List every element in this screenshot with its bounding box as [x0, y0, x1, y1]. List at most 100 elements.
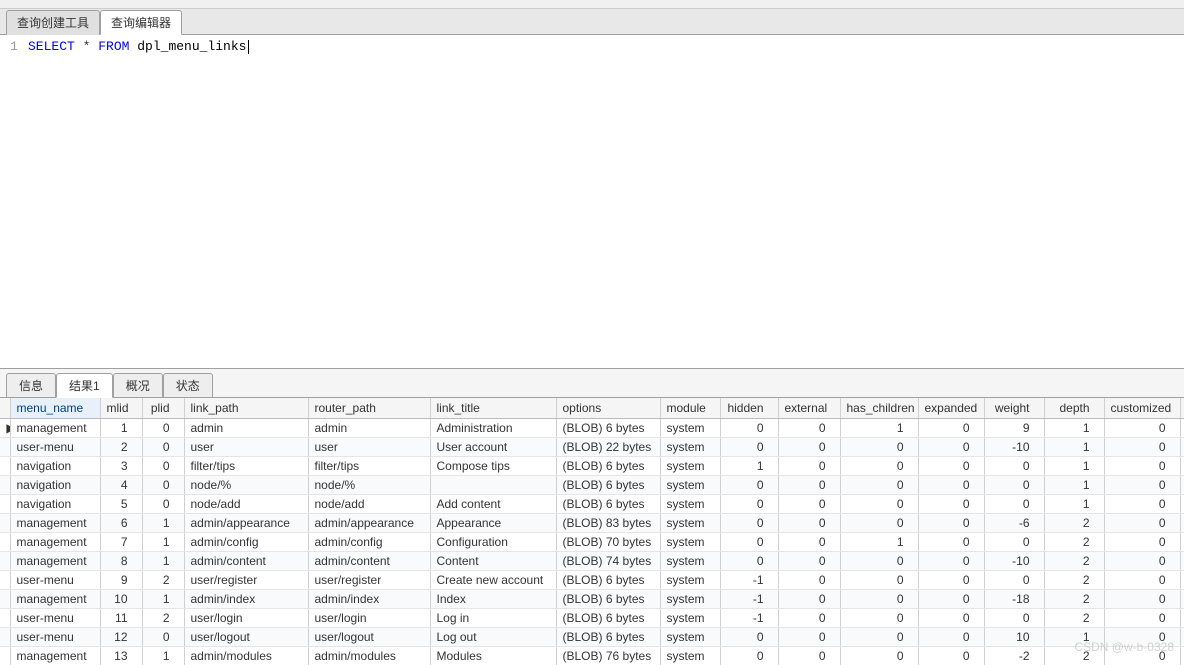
- cell-link_title[interactable]: Log in: [430, 609, 556, 628]
- cell-module[interactable]: system: [660, 647, 720, 665]
- cell-module[interactable]: system: [660, 609, 720, 628]
- cell-module[interactable]: system: [660, 628, 720, 647]
- cell-has_children[interactable]: 1: [840, 419, 918, 438]
- cell-customized[interactable]: 0: [1104, 590, 1180, 609]
- cell-plid[interactable]: 1: [142, 590, 184, 609]
- cell-has_children[interactable]: 0: [840, 647, 918, 665]
- cell-menu_name[interactable]: management: [10, 590, 100, 609]
- cell-router_path[interactable]: user/register: [308, 571, 430, 590]
- table-row[interactable]: management61admin/appearanceadmin/appear…: [0, 514, 1184, 533]
- tab-profile[interactable]: 概况: [113, 373, 163, 398]
- table-row[interactable]: management81admin/contentadmin/contentCo…: [0, 552, 1184, 571]
- table-row[interactable]: management71admin/configadmin/configConf…: [0, 533, 1184, 552]
- cell-module[interactable]: system: [660, 419, 720, 438]
- cell-menu_name[interactable]: user-menu: [10, 571, 100, 590]
- cell-weight[interactable]: 0: [984, 571, 1044, 590]
- tab-query-editor[interactable]: 查询编辑器: [100, 10, 182, 35]
- cell-expanded[interactable]: 0: [918, 476, 984, 495]
- cell-external[interactable]: 0: [778, 628, 840, 647]
- cell-has_children[interactable]: 0: [840, 476, 918, 495]
- cell-expanded[interactable]: 0: [918, 628, 984, 647]
- cell-options[interactable]: (BLOB) 6 bytes: [556, 628, 660, 647]
- cell-menu_name[interactable]: management: [10, 533, 100, 552]
- cell-external[interactable]: 0: [778, 552, 840, 571]
- cell-module[interactable]: system: [660, 495, 720, 514]
- cell-options[interactable]: (BLOB) 22 bytes: [556, 438, 660, 457]
- cell-expanded[interactable]: 0: [918, 590, 984, 609]
- cell-weight[interactable]: 0: [984, 476, 1044, 495]
- col-module[interactable]: module: [660, 398, 720, 419]
- table-row[interactable]: ▶management10adminadminAdministration(BL…: [0, 419, 1184, 438]
- cell-expanded[interactable]: 0: [918, 438, 984, 457]
- cell-mlid[interactable]: 13: [100, 647, 142, 665]
- cell-customized[interactable]: 0: [1104, 419, 1180, 438]
- cell-link_path[interactable]: admin/index: [184, 590, 308, 609]
- cell-plid[interactable]: 0: [142, 495, 184, 514]
- table-row[interactable]: management131admin/modulesadmin/modulesM…: [0, 647, 1184, 665]
- cell-external[interactable]: 0: [778, 457, 840, 476]
- cell-depth[interactable]: 2: [1044, 552, 1104, 571]
- cell-depth[interactable]: 2: [1044, 571, 1104, 590]
- cell-external[interactable]: 0: [778, 609, 840, 628]
- cell-hidden[interactable]: 1: [720, 457, 778, 476]
- cell-has_children[interactable]: 0: [840, 590, 918, 609]
- cell-has_children[interactable]: 0: [840, 495, 918, 514]
- cell-module[interactable]: system: [660, 438, 720, 457]
- cell-weight[interactable]: 0: [984, 457, 1044, 476]
- cell-hidden[interactable]: 0: [720, 476, 778, 495]
- cell-module[interactable]: system: [660, 552, 720, 571]
- cell-mlid[interactable]: 4: [100, 476, 142, 495]
- cell-depth[interactable]: 2: [1044, 533, 1104, 552]
- cell-customized[interactable]: 0: [1104, 495, 1180, 514]
- cell-plid[interactable]: 0: [142, 438, 184, 457]
- cell-module[interactable]: system: [660, 514, 720, 533]
- cell-link_path[interactable]: user/register: [184, 571, 308, 590]
- col-depth[interactable]: depth: [1044, 398, 1104, 419]
- cell-expanded[interactable]: 0: [918, 457, 984, 476]
- tab-result1[interactable]: 结果1: [56, 373, 113, 398]
- col-hidden[interactable]: hidden: [720, 398, 778, 419]
- col-external[interactable]: external: [778, 398, 840, 419]
- cell-expanded[interactable]: 0: [918, 514, 984, 533]
- cell-link_path[interactable]: user/login: [184, 609, 308, 628]
- cell-has_children[interactable]: 1: [840, 533, 918, 552]
- cell-external[interactable]: 0: [778, 419, 840, 438]
- cell-menu_name[interactable]: navigation: [10, 457, 100, 476]
- cell-link_title[interactable]: User account: [430, 438, 556, 457]
- cell-customized[interactable]: 0: [1104, 647, 1180, 665]
- cell-router_path[interactable]: filter/tips: [308, 457, 430, 476]
- cell-mlid[interactable]: 6: [100, 514, 142, 533]
- cell-router_path[interactable]: user: [308, 438, 430, 457]
- cell-expanded[interactable]: 0: [918, 552, 984, 571]
- cell-external[interactable]: 0: [778, 476, 840, 495]
- cell-link_title[interactable]: Modules: [430, 647, 556, 665]
- cell-depth[interactable]: 2: [1044, 609, 1104, 628]
- cell-router_path[interactable]: admin/index: [308, 590, 430, 609]
- cell-weight[interactable]: 0: [984, 495, 1044, 514]
- cell-menu_name[interactable]: management: [10, 552, 100, 571]
- cell-weight[interactable]: -10: [984, 438, 1044, 457]
- result-grid-wrap[interactable]: menu_namemlidplidlink_pathrouter_pathlin…: [0, 398, 1184, 665]
- col-link_path[interactable]: link_path: [184, 398, 308, 419]
- cell-customized[interactable]: 0: [1104, 628, 1180, 647]
- cell-customized[interactable]: 0: [1104, 438, 1180, 457]
- cell-expanded[interactable]: 0: [918, 647, 984, 665]
- table-row[interactable]: user-menu92user/registeruser/registerCre…: [0, 571, 1184, 590]
- cell-plid[interactable]: 1: [142, 533, 184, 552]
- cell-expanded[interactable]: 0: [918, 571, 984, 590]
- table-row[interactable]: user-menu20useruserUser account(BLOB) 22…: [0, 438, 1184, 457]
- cell-customized[interactable]: 0: [1104, 552, 1180, 571]
- col-menu_name[interactable]: menu_name: [10, 398, 100, 419]
- cell-expanded[interactable]: 0: [918, 533, 984, 552]
- cell-link_path[interactable]: node/add: [184, 495, 308, 514]
- col-expanded[interactable]: expanded: [918, 398, 984, 419]
- table-row[interactable]: navigation40node/%node/%(BLOB) 6 bytessy…: [0, 476, 1184, 495]
- cell-hidden[interactable]: -1: [720, 590, 778, 609]
- cell-menu_name[interactable]: management: [10, 647, 100, 665]
- cell-mlid[interactable]: 8: [100, 552, 142, 571]
- cell-customized[interactable]: 0: [1104, 533, 1180, 552]
- cell-weight[interactable]: -2: [984, 647, 1044, 665]
- cell-hidden[interactable]: 0: [720, 438, 778, 457]
- cell-depth[interactable]: 2: [1044, 514, 1104, 533]
- cell-customized[interactable]: 0: [1104, 571, 1180, 590]
